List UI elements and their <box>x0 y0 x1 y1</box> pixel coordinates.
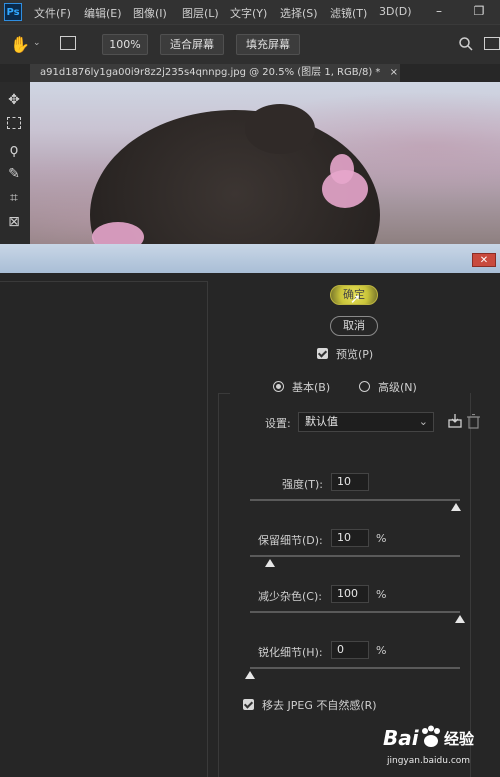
preview-checkbox[interactable] <box>317 348 328 359</box>
advanced-mode-label: 高级(N) <box>378 381 417 394</box>
cancel-button[interactable]: 取消 <box>330 316 378 336</box>
document-canvas[interactable] <box>30 82 500 244</box>
frame-tool-icon[interactable]: ⊠ <box>3 212 25 232</box>
search-icon[interactable] <box>458 36 474 56</box>
photo-flower <box>330 154 354 184</box>
remove-jpeg-artifact-label: 移去 JPEG 不自然感(R) <box>262 699 377 712</box>
preserve-details-slider-thumb[interactable] <box>265 559 275 567</box>
preserve-details-unit: % <box>376 532 387 545</box>
settings-group-left-border <box>218 393 219 777</box>
tool-preset-chevron-down-icon[interactable]: ⌄ <box>33 38 41 48</box>
photo-flower <box>92 222 144 244</box>
settings-label: 设置: <box>265 417 291 430</box>
settings-group-right-border <box>470 393 471 777</box>
menu-3d[interactable]: 3D(D) <box>379 5 412 18</box>
quick-selection-tool-icon[interactable]: ✎ <box>3 164 25 184</box>
preview-panel-right-border <box>207 281 208 777</box>
strength-label: 强度(T): <box>282 478 324 491</box>
move-tool-icon[interactable]: ✥ <box>3 90 25 110</box>
sharpen-details-label: 锐化细节(H): <box>258 646 323 659</box>
settings-select[interactable]: 默认值 ⌄ <box>298 412 434 432</box>
baidu-jingyan-watermark: Bai 经验 jingyan.baidu.com <box>383 722 495 772</box>
save-settings-icon[interactable] <box>447 413 463 433</box>
photo-hair-bun <box>245 104 315 154</box>
menu-image[interactable]: 图像(I) <box>133 5 167 21</box>
settings-select-value: 默认值 <box>305 415 338 428</box>
restore-button[interactable]: ❐ <box>470 0 488 22</box>
scroll-all-windows-icon[interactable] <box>60 36 76 50</box>
crop-tool-icon[interactable]: ⌗ <box>3 188 25 208</box>
preview-panel-top-border <box>0 281 207 282</box>
menu-bar: Ps 文件(F) 编辑(E) 图像(I) 图层(L) 文字(Y) 选择(S) 滤… <box>0 0 500 24</box>
strength-field[interactable]: 10 <box>331 473 369 491</box>
dialog-title-bar <box>0 244 500 273</box>
paw-logo-icon <box>420 725 442 753</box>
sharpen-details-slider-thumb[interactable] <box>245 671 255 679</box>
photoshop-logo-icon: Ps <box>4 3 22 21</box>
advanced-mode-radio[interactable] <box>359 381 370 392</box>
menu-layer[interactable]: 图层(L) <box>182 5 219 21</box>
lasso-tool-icon[interactable]: ϙ <box>3 140 25 160</box>
menu-select[interactable]: 选择(S) <box>280 5 318 21</box>
menu-type[interactable]: 文字(Y) <box>230 5 267 21</box>
remove-jpeg-artifact-checkbox[interactable] <box>243 699 254 710</box>
basic-mode-label: 基本(B) <box>292 381 331 394</box>
preserve-details-slider-track[interactable] <box>250 555 460 557</box>
chevron-down-icon: ⌄ <box>418 415 428 428</box>
preview-label: 预览(P) <box>336 348 374 361</box>
zoom-100-button[interactable]: 100% <box>102 34 148 55</box>
menu-filter[interactable]: 滤镜(T) <box>330 5 367 21</box>
workspace-icon[interactable] <box>484 37 500 50</box>
watermark-brand: Bai <box>383 726 419 750</box>
fit-screen-button[interactable]: 适合屏幕 <box>160 34 224 55</box>
document-tab-close-icon[interactable]: × <box>390 67 398 78</box>
watermark-url: jingyan.baidu.com <box>387 756 471 766</box>
basic-mode-radio[interactable] <box>273 381 284 392</box>
marquee-tool-icon[interactable] <box>3 115 25 135</box>
reduce-color-noise-field[interactable]: 100 <box>331 585 369 603</box>
settings-group-top-border <box>218 393 230 394</box>
hand-tool-icon[interactable]: ✋ <box>10 35 30 54</box>
preserve-details-field[interactable]: 10 <box>331 529 369 547</box>
menu-file[interactable]: 文件(F) <box>34 5 71 21</box>
sharpen-details-slider-track[interactable] <box>250 667 460 669</box>
fill-screen-button[interactable]: 填充屏幕 <box>236 34 300 55</box>
strength-slider-track[interactable] <box>250 499 460 501</box>
menu-edit[interactable]: 编辑(E) <box>84 5 122 21</box>
strength-slider-thumb[interactable] <box>451 503 461 511</box>
preserve-details-label: 保留细节(D): <box>258 534 323 547</box>
document-tab[interactable]: a91d1876ly1ga00i9r8z2j235s4qnnpg.jpg @ 2… <box>30 64 400 82</box>
tools-panel: ✥ ϙ ✎ ⌗ ⊠ <box>0 82 31 244</box>
dialog-close-button[interactable]: ✕ <box>472 253 496 267</box>
reduce-color-noise-slider-track[interactable] <box>250 611 460 613</box>
sharpen-details-field[interactable]: 0 <box>331 641 369 659</box>
delete-settings-icon[interactable] <box>467 413 480 433</box>
reduce-color-noise-unit: % <box>376 588 387 601</box>
document-tab-title: a91d1876ly1ga00i9r8z2j235s4qnnpg.jpg @ 2… <box>40 67 381 78</box>
minimize-button[interactable]: – <box>430 0 448 22</box>
sharpen-details-unit: % <box>376 644 387 657</box>
watermark-brand-suffix: 经验 <box>444 730 475 748</box>
mouse-cursor-icon: ➚ <box>350 292 361 307</box>
reduce-color-noise-label: 减少杂色(C): <box>258 590 322 603</box>
reduce-color-noise-slider-thumb[interactable] <box>455 615 465 623</box>
